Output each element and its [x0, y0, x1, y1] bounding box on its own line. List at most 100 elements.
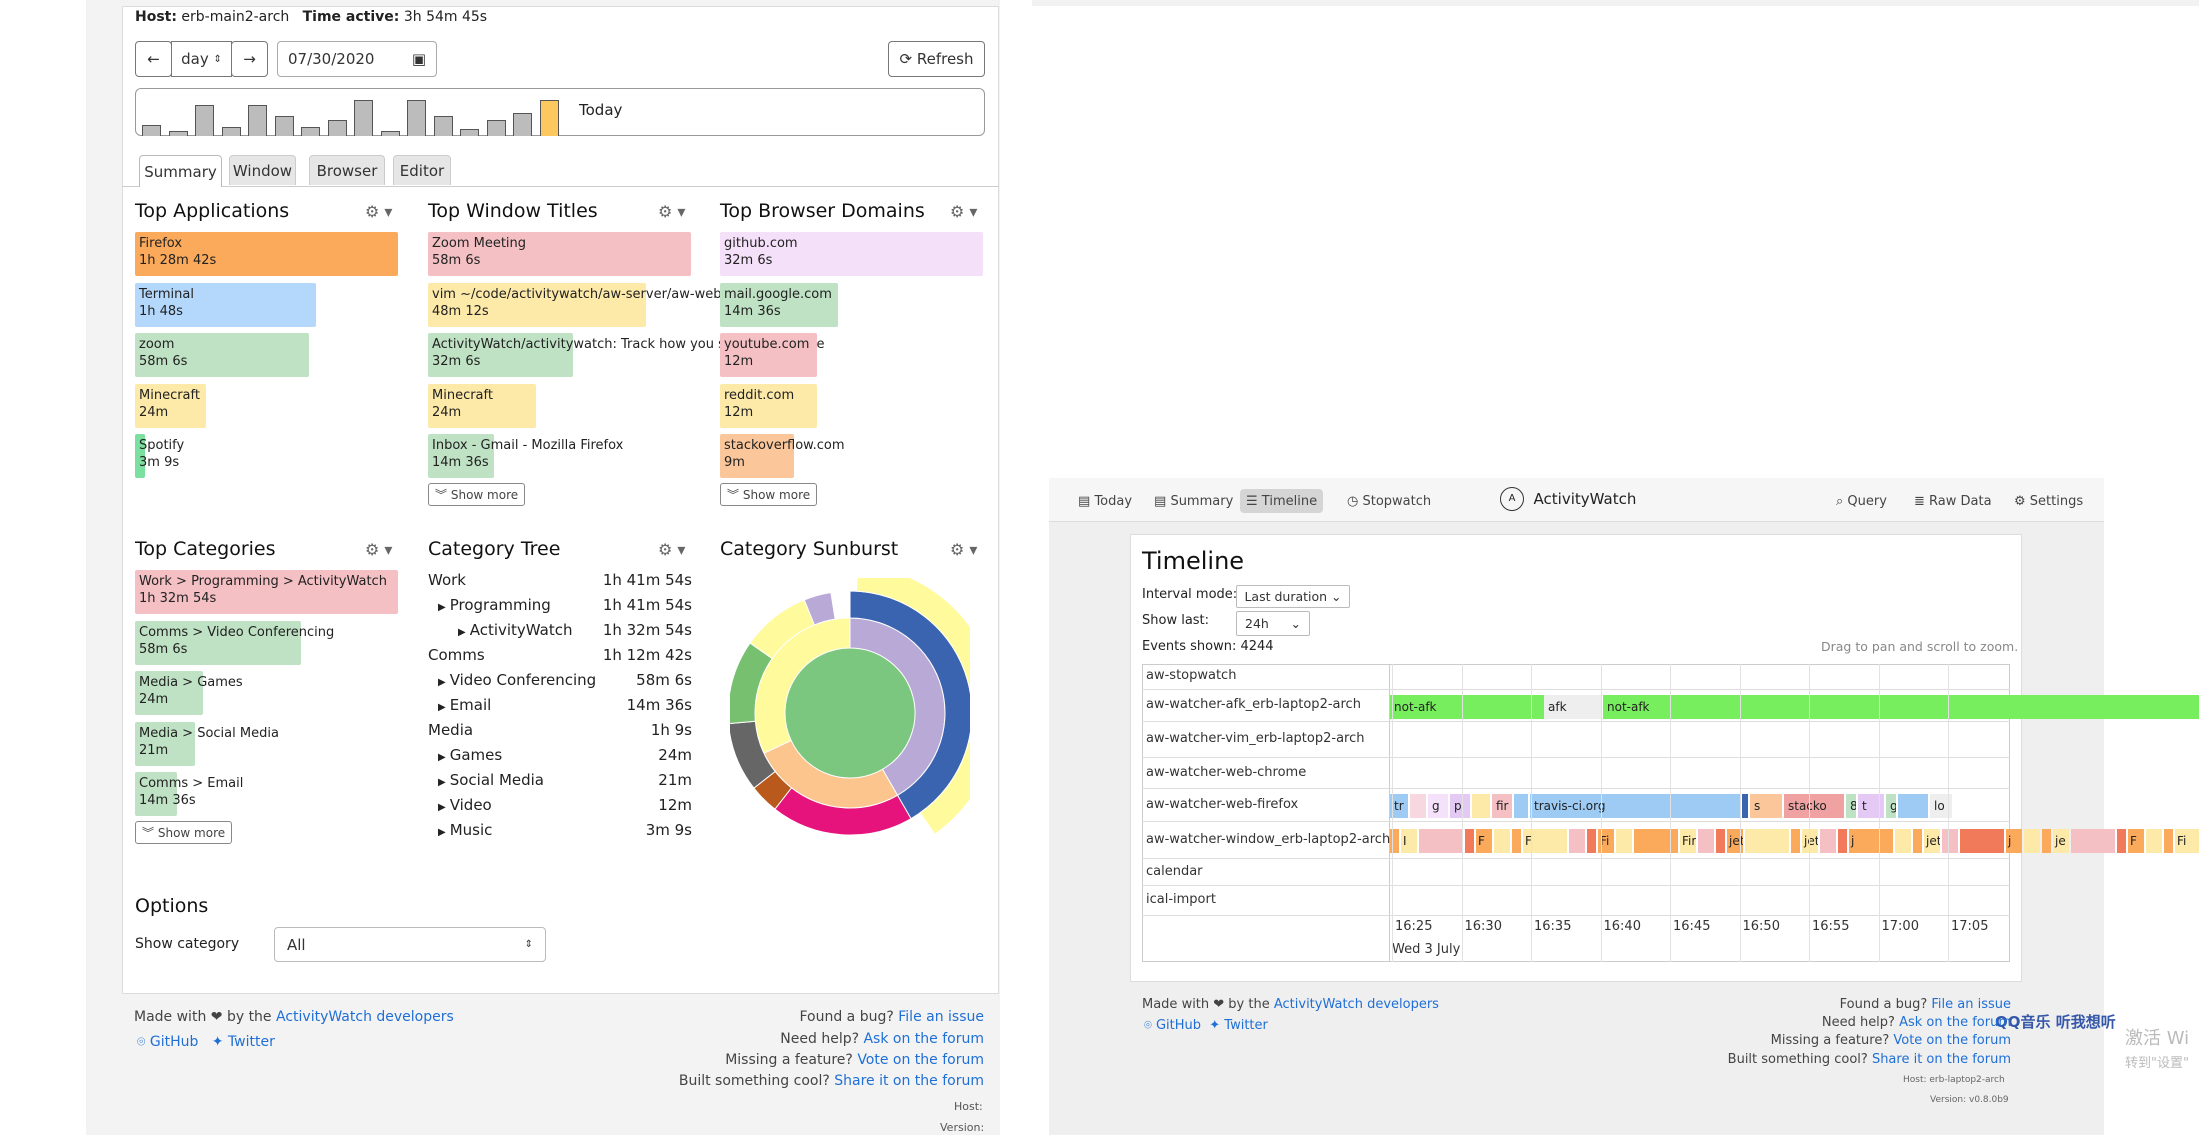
caret-right-icon[interactable]: ▶: [438, 752, 446, 763]
bar-item[interactable]: ActivityWatch/activitywatch: Track how y…: [428, 333, 825, 377]
bar-item[interactable]: Firefox 1h 28m 42s: [135, 232, 398, 276]
footer-link[interactable]: Ask on the forum: [1899, 1015, 2011, 1030]
window-event[interactable]: jetbrains-: [1727, 829, 1743, 853]
tree-row[interactable]: ▶ Video: [438, 796, 492, 814]
histogram-bar[interactable]: [354, 100, 373, 136]
next-day-button[interactable]: →: [231, 41, 268, 77]
firefox-event[interactable]: [1410, 794, 1426, 818]
histogram-bar[interactable]: [168, 131, 188, 136]
footer-link[interactable]: File an issue: [1931, 997, 2011, 1012]
window-event[interactable]: [2071, 829, 2115, 853]
firefox-event[interactable]: [1514, 794, 1528, 818]
window-event[interactable]: je: [2053, 829, 2069, 853]
nav-query[interactable]: ⌕ Query: [1830, 489, 1893, 513]
bar-item[interactable]: youtube.com 12m: [720, 333, 817, 377]
firefox-event[interactable]: g: [1886, 794, 1896, 818]
nav-summary[interactable]: ▤ Summary: [1148, 489, 1239, 513]
window-event[interactable]: F: [1476, 829, 1492, 853]
caret-right-icon[interactable]: ▶: [438, 677, 446, 688]
prev-day-button[interactable]: ←: [135, 41, 172, 77]
window-event[interactable]: [1942, 829, 1958, 853]
tree-row[interactable]: ▶ Programming: [438, 596, 551, 614]
window-event[interactable]: [1960, 829, 2004, 853]
window-event[interactable]: [2117, 829, 2126, 853]
window-event[interactable]: [1587, 829, 1596, 853]
show-more-button[interactable]: ︾ Show more: [428, 483, 526, 506]
window-event[interactable]: [1698, 829, 1714, 853]
afk-segment[interactable]: afk: [1544, 695, 1602, 719]
devs-link[interactable]: ActivityWatch developers: [276, 1009, 454, 1025]
firefox-event[interactable]: t: [1858, 794, 1884, 818]
footer-link[interactable]: Vote on the forum: [857, 1052, 984, 1068]
tree-row[interactable]: ▶ ActivityWatch: [458, 621, 573, 639]
window-event[interactable]: [1512, 829, 1521, 853]
firefox-event[interactable]: stacko: [1784, 794, 1844, 818]
tree-row[interactable]: ▶ Games: [438, 746, 502, 764]
gear-icon[interactable]: ⚙ ▾: [950, 540, 977, 559]
date-input[interactable]: 07/30/2020 ▣: [277, 41, 437, 77]
window-event[interactable]: [1820, 829, 1836, 853]
histogram-bar[interactable]: [221, 127, 241, 136]
histogram-bar[interactable]: [142, 125, 161, 136]
tab-window[interactable]: Window: [229, 155, 296, 185]
window-event[interactable]: [1838, 829, 1847, 853]
firefox-event[interactable]: [1472, 794, 1490, 818]
histogram-bar-today[interactable]: [539, 100, 559, 136]
footer-link[interactable]: File an issue: [898, 1009, 984, 1025]
gear-icon[interactable]: ⚙ ▾: [365, 202, 392, 221]
nav-raw-data[interactable]: ≣ Raw Data: [1908, 489, 1998, 513]
firefox-event[interactable]: travis-ci.org: [1530, 794, 1740, 818]
histogram-bar[interactable]: [248, 105, 267, 136]
bar-item[interactable]: Work > Programming > ActivityWatch 1h 32m…: [135, 570, 398, 614]
afk-segment[interactable]: not-afk: [1603, 695, 2199, 719]
period-select[interactable]: day ⇕: [171, 41, 232, 77]
histogram-bar[interactable]: [486, 120, 506, 136]
firefox-event[interactable]: g: [1428, 794, 1448, 818]
bar-item[interactable]: Spotify3m 9s: [135, 434, 184, 478]
bar-item[interactable]: Media > Social Media21m: [135, 721, 279, 766]
window-event[interactable]: F: [2128, 829, 2144, 853]
category-sunburst[interactable]: [730, 578, 970, 838]
tree-row[interactable]: Media: [428, 721, 473, 739]
window-event[interactable]: [1895, 829, 1911, 853]
window-event[interactable]: [1913, 829, 1922, 853]
tab-summary[interactable]: Summary: [139, 155, 222, 187]
window-event[interactable]: [1569, 829, 1585, 853]
window-event[interactable]: [1745, 829, 1789, 853]
r-twitter-link[interactable]: ✦ Twitter: [1209, 1018, 1268, 1033]
twitter-link[interactable]: ✦ Twitter: [212, 1034, 275, 1050]
caret-right-icon[interactable]: ▶: [438, 802, 446, 813]
window-event[interactable]: [1616, 829, 1632, 853]
gear-icon[interactable]: ⚙ ▾: [658, 202, 685, 221]
show-more-button[interactable]: ︾ Show more: [720, 483, 818, 506]
bar-item[interactable]: Comms > Email14m 36s: [135, 772, 243, 816]
bar-item[interactable]: mail.google.com 14m 36s: [720, 282, 838, 327]
nav-settings[interactable]: ⚙ Settings: [2008, 489, 2089, 513]
window-event[interactable]: Fir: [1680, 829, 1696, 853]
bar-item[interactable]: reddit.com 12m: [720, 383, 817, 428]
r-devs-link[interactable]: ActivityWatch developers: [1274, 997, 1439, 1012]
caret-right-icon[interactable]: ▶: [438, 602, 446, 613]
footer-link[interactable]: Ask on the forum: [863, 1031, 984, 1047]
show-category-select[interactable]: All ⇕: [274, 927, 546, 962]
histogram-bar[interactable]: [433, 116, 453, 136]
bar-item[interactable]: Minecraft 24m: [135, 383, 206, 428]
window-event[interactable]: [1494, 829, 1510, 853]
window-event[interactable]: j: [2006, 829, 2022, 853]
nav-timeline[interactable]: ☰ Timeline: [1240, 489, 1324, 513]
tree-row[interactable]: Work: [428, 571, 466, 589]
histogram-bar[interactable]: [274, 116, 294, 136]
gear-icon[interactable]: ⚙ ▾: [365, 540, 392, 559]
bar-item[interactable]: stackoverflow.com 9m: [720, 434, 845, 478]
r-github-link[interactable]: ⌾ GitHub: [1144, 1018, 1201, 1033]
window-event[interactable]: [1791, 829, 1800, 853]
tree-row[interactable]: ▶ Social Media: [438, 771, 544, 789]
tree-row[interactable]: ▶ Email: [438, 696, 491, 714]
window-event[interactable]: [1465, 829, 1474, 853]
window-event[interactable]: [2146, 829, 2162, 853]
show-last-select[interactable]: 24h ⌄: [1236, 611, 1310, 636]
window-event[interactable]: [2164, 829, 2173, 853]
caret-right-icon[interactable]: ▶: [438, 702, 446, 713]
bar-item[interactable]: Zoom Meeting 58m 6s: [428, 232, 691, 276]
nav-today[interactable]: ▤ Today: [1072, 489, 1138, 513]
